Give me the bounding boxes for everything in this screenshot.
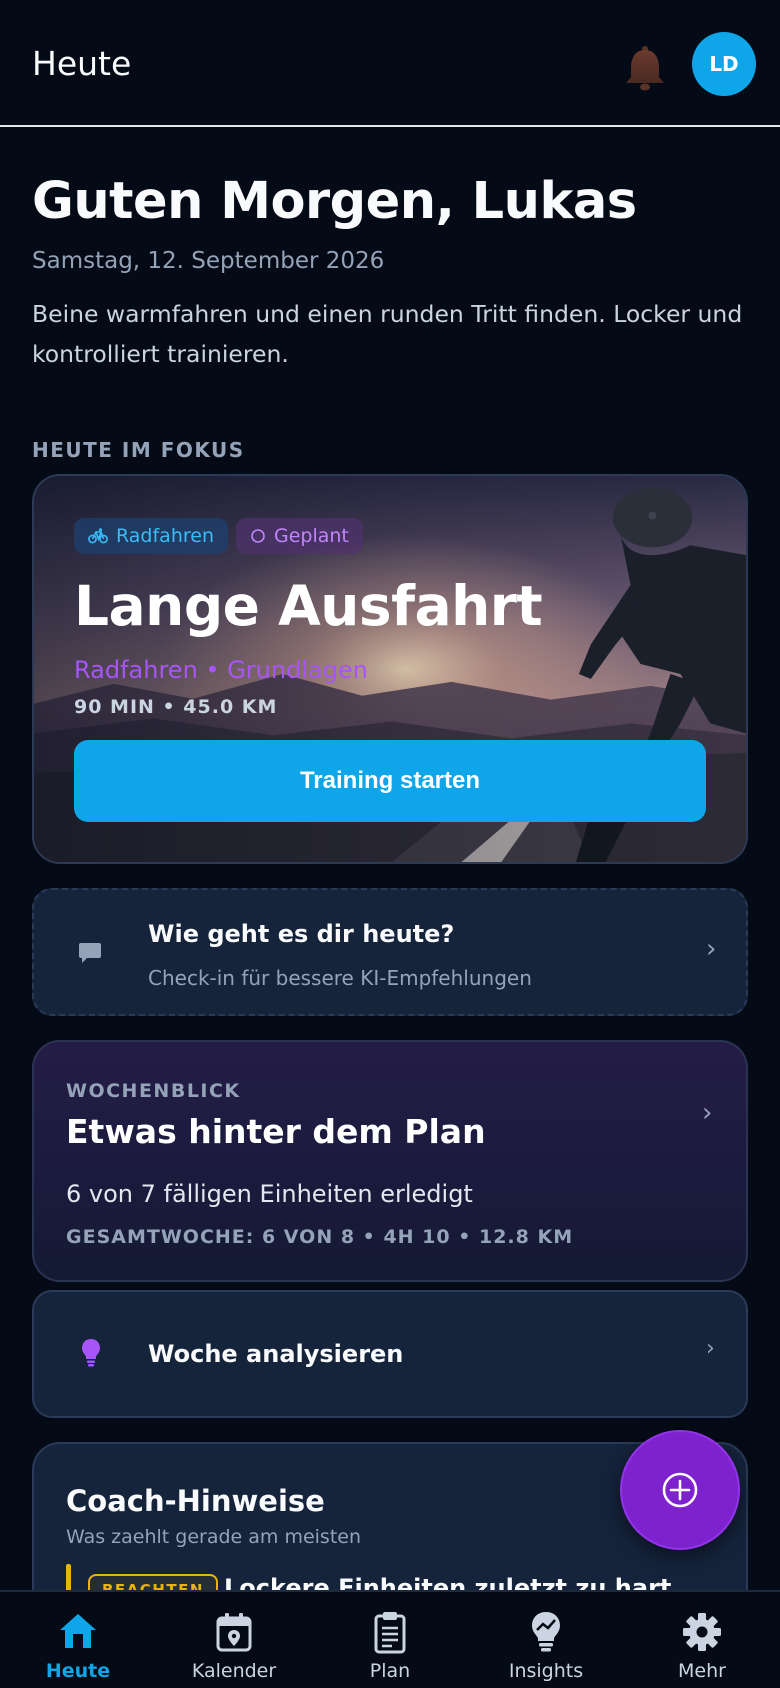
chevron-right-icon: › — [706, 934, 717, 964]
avatar[interactable]: LD — [692, 32, 756, 96]
circle-outline-icon — [251, 529, 265, 543]
nav-label: Kalender — [191, 1660, 277, 1682]
checkin-title: Wie geht es dir heute? — [148, 920, 455, 948]
nav-item-heute[interactable]: Heute — [0, 1592, 156, 1688]
week-label: WOCHENBLICK — [66, 1080, 241, 1102]
bottom-navigation: Heute Kalender Plan Insights Mehr — [0, 1590, 780, 1688]
analyse-week-card[interactable]: Woche analysieren › — [32, 1290, 748, 1418]
status-chip: Geplant — [236, 518, 363, 554]
clipboard-icon — [374, 1612, 406, 1654]
home-icon — [60, 1614, 96, 1648]
lightbulb-icon — [80, 1338, 102, 1372]
checkin-subtitle: Check-in für bessere KI-Empfehlungen — [148, 966, 532, 990]
add-button[interactable] — [620, 1430, 740, 1550]
start-training-button[interactable]: Training starten — [74, 740, 706, 822]
lightbulb-icon — [532, 1612, 560, 1652]
nav-label: Heute — [45, 1660, 111, 1682]
greeting-intro: Beine warmfahren und einen runden Tritt … — [32, 300, 743, 368]
workout-subtitle: Radfahren • Grundlagen — [74, 656, 368, 684]
page-title: Heute — [32, 44, 132, 83]
nav-label: Plan — [369, 1660, 411, 1682]
top-bar: Heute LD — [0, 0, 780, 127]
week-progress-text: 6 von 7 fälligen Einheiten erledigt — [66, 1180, 473, 1208]
focus-workout-card[interactable]: Radfahren Geplant Lange Ausfahrt Radfahr… — [32, 474, 748, 864]
focus-section-label: HEUTE IM FOKUS — [32, 438, 245, 462]
workout-title: Lange Ausfahrt — [74, 574, 543, 638]
week-overview-card[interactable]: WOCHENBLICK Etwas hinter dem Plan 6 von … — [32, 1040, 748, 1282]
analyse-week-title: Woche analysieren — [148, 1340, 404, 1368]
nav-item-kalender[interactable]: Kalender — [156, 1592, 312, 1688]
greeting-date: Samstag, 12. September 2026 — [32, 248, 385, 274]
chevron-right-icon: › — [706, 1336, 715, 1361]
nav-item-insights[interactable]: Insights — [468, 1592, 624, 1688]
coach-title: Coach-Hinweise — [66, 1484, 325, 1518]
gear-icon — [683, 1613, 721, 1651]
calendar-icon — [216, 1613, 252, 1652]
nav-item-mehr[interactable]: Mehr — [624, 1592, 780, 1688]
bicycle-icon — [88, 528, 108, 544]
plus-circle-icon — [662, 1472, 698, 1508]
sport-chip-label: Radfahren — [116, 525, 214, 547]
status-chip-label: Geplant — [274, 525, 349, 547]
nav-label: Insights — [508, 1660, 584, 1682]
week-title: Etwas hinter dem Plan — [66, 1112, 486, 1151]
chevron-right-icon: › — [702, 1098, 713, 1128]
week-meta: GESAMTWOCHE: 6 VON 8 • 4H 10 • 12.8 KM — [66, 1226, 574, 1248]
notifications-bell-icon[interactable] — [622, 44, 668, 92]
sport-chip: Radfahren — [74, 518, 228, 554]
workout-meta: 90 MIN • 45.0 KM — [74, 696, 278, 718]
nav-item-plan[interactable]: Plan — [312, 1592, 468, 1688]
checkin-card[interactable]: Wie geht es dir heute? Check-in für bess… — [32, 888, 748, 1016]
nav-label: Mehr — [678, 1660, 726, 1682]
greeting-title: Guten Morgen, Lukas — [32, 172, 637, 231]
chat-bubble-icon — [78, 942, 102, 968]
coach-subtitle: Was zaehlt gerade am meisten — [66, 1526, 362, 1548]
